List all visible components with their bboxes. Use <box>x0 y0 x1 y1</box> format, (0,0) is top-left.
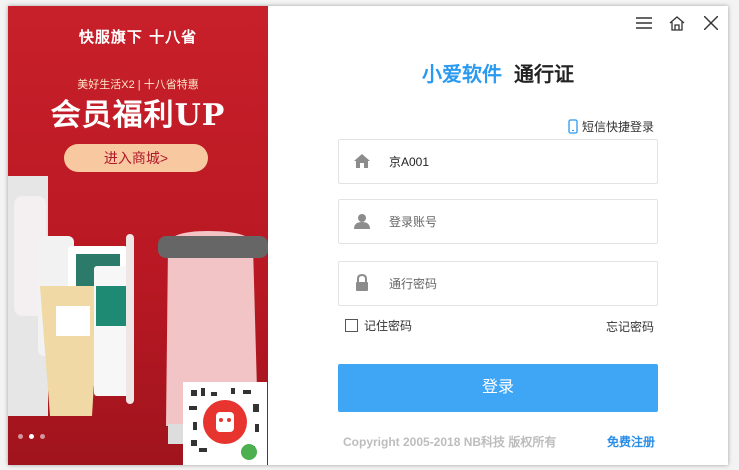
checkbox-box[interactable] <box>345 319 358 332</box>
app-logo: 小爱软件 通行证 <box>268 58 728 87</box>
close-icon <box>704 16 718 30</box>
password-input[interactable]: 通行密码 <box>338 261 658 306</box>
remember-password-label: 记住密码 <box>364 319 413 333</box>
pass-title: 通行证 <box>514 64 574 86</box>
lock-icon <box>356 274 368 291</box>
sms-login-label: 短信快捷登录 <box>582 120 655 134</box>
register-link[interactable]: 免费注册 <box>607 433 655 450</box>
carousel-dot[interactable] <box>18 434 23 439</box>
org-code-value: 京A001 <box>389 155 430 169</box>
copyright-text: Copyright 2005-2018 NB科技 版权所有 <box>343 435 557 449</box>
carousel-dot[interactable] <box>40 434 45 439</box>
org-code-field[interactable]: 京A001 <box>338 139 658 184</box>
phone-icon <box>568 119 578 134</box>
promo-brand: 快服旗下 十八省 <box>78 28 198 46</box>
qr-code-image <box>183 382 267 465</box>
home-icon <box>669 15 685 31</box>
account-placeholder: 登录账号 <box>389 215 438 229</box>
account-input[interactable]: 登录账号 <box>338 199 658 244</box>
carousel-dot-active[interactable] <box>29 434 34 439</box>
promo-cta-button[interactable]: 进入商城> <box>64 144 208 172</box>
home-button[interactable] <box>668 14 686 32</box>
carousel-indicator[interactable] <box>18 434 45 439</box>
user-icon <box>354 214 370 229</box>
login-button[interactable]: 登录 <box>338 364 658 412</box>
hamburger-menu-button[interactable] <box>635 14 653 32</box>
home-icon <box>354 154 370 168</box>
promo-headline: 会员福利UP <box>50 98 226 133</box>
close-button[interactable] <box>702 14 720 32</box>
app-name: 小爱软件 <box>422 64 502 86</box>
remember-password-checkbox[interactable]: 记住密码 <box>345 317 412 334</box>
password-placeholder: 通行密码 <box>389 277 438 291</box>
hamburger-icon <box>636 17 652 29</box>
forgot-password-link[interactable]: 忘记密码 <box>606 318 654 335</box>
promo-banner[interactable]: 快服旗下 十八省 美好生活X2 | 十八省特惠 会员福利UP 进入商城> <box>8 6 268 465</box>
sms-login-link[interactable]: 短信快捷登录 <box>568 118 654 135</box>
login-window: 快服旗下 十八省 美好生活X2 | 十八省特惠 会员福利UP 进入商城> 小爱软… <box>8 6 728 465</box>
